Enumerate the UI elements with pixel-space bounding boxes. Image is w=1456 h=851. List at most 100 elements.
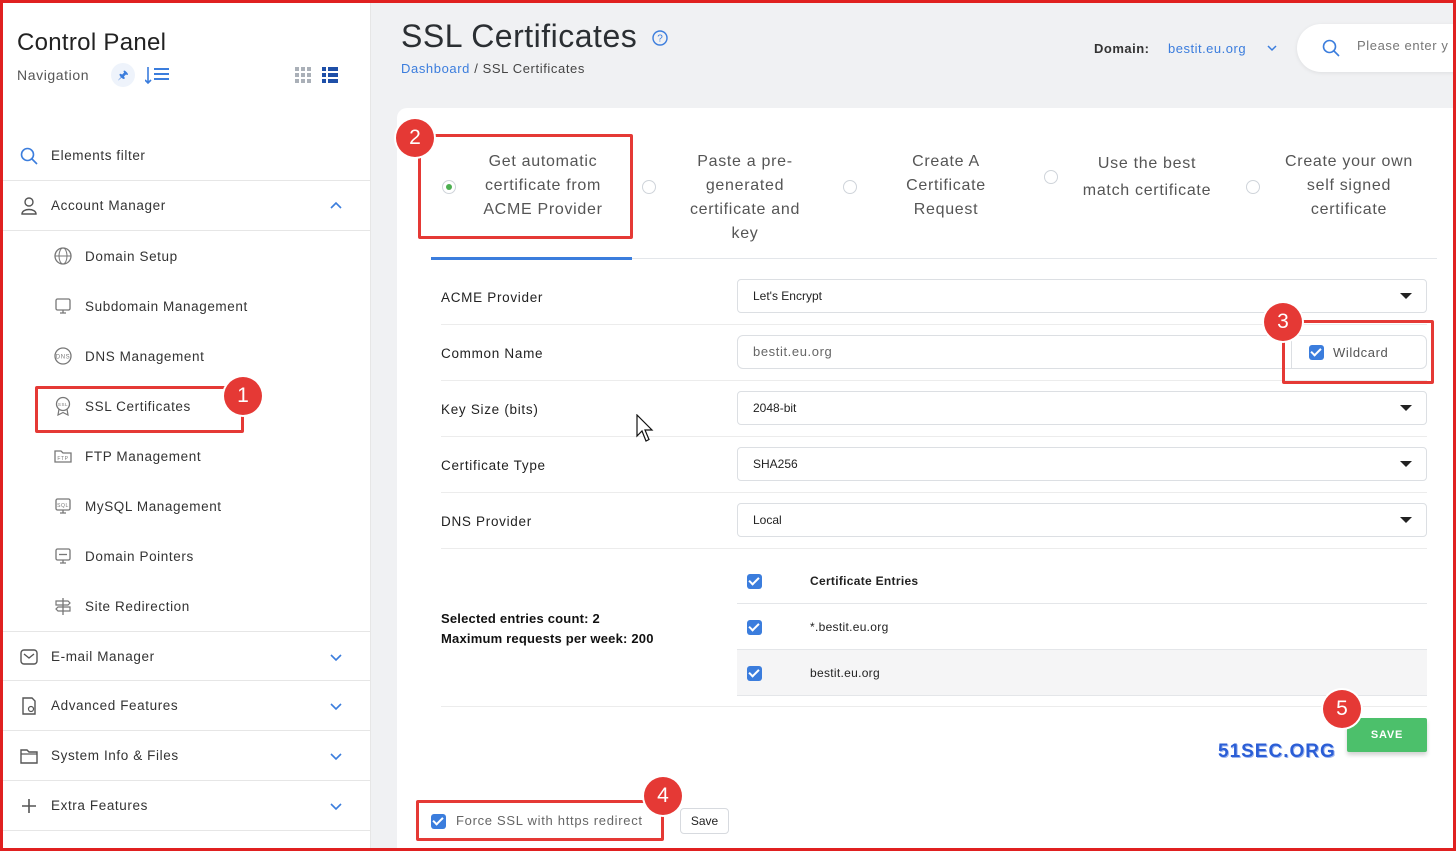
dns-provider-label: DNS Provider	[441, 514, 532, 529]
common-name-input[interactable]: bestit.eu.org	[737, 335, 1297, 369]
entry-checkbox[interactable]	[747, 666, 762, 681]
advanced-features-label: Advanced Features	[51, 698, 179, 713]
tab-line: certificate and	[689, 201, 801, 218]
entry-domain: bestit.eu.org	[810, 666, 880, 680]
ssl-badge-icon: SSL	[55, 396, 71, 416]
sidebar-item-ssl-certificates[interactable]: SSL SSL Certificates	[3, 381, 371, 431]
tab-create-csr[interactable]: Create A Certificate Request	[843, 150, 1019, 250]
elements-filter[interactable]: Elements filter	[3, 131, 371, 181]
radio-unselected[interactable]	[642, 180, 656, 194]
force-ssl-save-button[interactable]: Save	[680, 808, 729, 834]
tab-line: match certificate	[1082, 182, 1212, 199]
acme-provider-select[interactable]: Let's Encrypt	[737, 279, 1427, 313]
force-ssl-checkbox[interactable]	[431, 814, 446, 829]
caret-down-icon	[1400, 461, 1412, 467]
key-size-value: 2048-bit	[753, 401, 797, 415]
help-icon[interactable]: ?	[652, 30, 668, 46]
sidebar-item-domain-setup[interactable]: Domain Setup	[3, 231, 371, 281]
dns-provider-select[interactable]: Local	[737, 503, 1427, 537]
sidebar-title: Control Panel	[17, 29, 167, 56]
chevron-down-icon	[330, 703, 342, 711]
list-view-icon[interactable]	[322, 67, 338, 83]
entries-count-value: 2	[592, 611, 600, 626]
save-button[interactable]: SAVE	[1347, 718, 1427, 752]
tab-automatic-acme[interactable]: Get automatic certificate from ACME Prov…	[442, 150, 616, 250]
svg-text:?: ?	[657, 34, 663, 45]
sidebar-section-account-manager[interactable]: Account Manager	[3, 181, 371, 231]
tab-line: certificate	[1310, 201, 1388, 218]
table-row: *.bestit.eu.org	[737, 604, 1427, 650]
breadcrumb-separator: /	[470, 61, 483, 76]
dns-icon: DNS	[54, 347, 72, 365]
certificate-entries-table: Certificate Entries *.bestit.eu.org best…	[737, 558, 1427, 696]
wildcard-label: Wildcard	[1333, 345, 1389, 360]
sidebar-item-subdomain-management[interactable]: Subdomain Management	[3, 281, 371, 331]
annotation-badge-4: 4	[644, 777, 682, 815]
radio-unselected[interactable]	[1246, 180, 1260, 194]
monitor-icon	[55, 298, 71, 314]
caret-down-icon	[1400, 405, 1412, 411]
plus-icon	[22, 799, 36, 813]
chevron-down-icon[interactable]	[1266, 42, 1278, 54]
annotation-badge-5: 5	[1323, 690, 1361, 728]
tab-line: key	[731, 225, 759, 242]
search-input[interactable]	[1357, 38, 1456, 53]
svg-text:DNS: DNS	[56, 355, 70, 361]
mysql-management-label: MySQL Management	[85, 498, 222, 514]
sort-list-icon[interactable]	[145, 65, 171, 85]
entries-count-label: Selected entries count:	[441, 611, 589, 626]
tab-self-signed[interactable]: Create your own self signed certificate	[1246, 150, 1426, 250]
grid-view-icon[interactable]	[295, 67, 311, 83]
domain-selector[interactable]: bestit.eu.org	[1168, 41, 1246, 56]
sidebar-item-domain-pointers[interactable]: Domain Pointers	[3, 531, 371, 581]
wildcard-toggle[interactable]: Wildcard	[1291, 335, 1427, 369]
entry-checkbox[interactable]	[747, 620, 762, 635]
sidebar-section-system-info[interactable]: System Info & Files	[3, 731, 371, 781]
sidebar-item-mysql-management[interactable]: SQL MySQL Management	[3, 481, 371, 531]
elements-filter-label: Elements filter	[51, 148, 146, 163]
domain-pointers-label: Domain Pointers	[85, 548, 194, 564]
subdomain-management-label: Subdomain Management	[85, 298, 248, 314]
tab-line: Request	[913, 201, 979, 218]
sidebar-item-ftp-management[interactable]: FTP FTP Management	[3, 431, 371, 481]
chevron-down-icon	[330, 654, 342, 662]
dns-management-label: DNS Management	[85, 348, 205, 364]
tab-best-match[interactable]: Use the best match certificate	[1044, 150, 1228, 250]
tab-line: Create A	[912, 153, 980, 170]
system-info-label: System Info & Files	[51, 748, 179, 763]
sidebar-section-extra-features[interactable]: Extra Features	[3, 781, 371, 831]
annotation-badge-1: 1	[224, 377, 262, 415]
sidebar-item-dns-management[interactable]: DNS DNS Management	[3, 331, 371, 381]
sidebar: Control Panel Navigation 🖈 Elements filt…	[3, 3, 371, 848]
radio-unselected[interactable]	[843, 180, 857, 194]
key-size-select[interactable]: 2048-bit	[737, 391, 1427, 425]
user-icon	[21, 197, 37, 215]
select-all-checkbox[interactable]	[747, 574, 762, 589]
radio-selected[interactable]	[442, 180, 456, 194]
sidebar-item-site-redirection[interactable]: Site Redirection	[3, 581, 371, 631]
ftp-folder-icon: FTP	[54, 450, 72, 463]
radio-unselected[interactable]	[1044, 170, 1058, 184]
tab-line: Create your own	[1285, 153, 1413, 170]
certificate-type-row: Certificate Type SHA256	[441, 437, 1427, 493]
email-manager-label: E-mail Manager	[51, 648, 155, 664]
svg-text:SQL: SQL	[57, 503, 69, 509]
chevron-down-icon	[330, 753, 342, 761]
pin-icon[interactable]: 🖈	[111, 63, 135, 87]
common-name-label: Common Name	[441, 346, 544, 361]
wildcard-checkbox[interactable]	[1309, 345, 1324, 360]
tab-line: certificate from	[484, 177, 602, 194]
pointer-monitor-icon	[55, 548, 71, 564]
sidebar-section-email-manager[interactable]: E-mail Manager	[3, 631, 371, 681]
caret-down-icon	[1400, 517, 1412, 523]
tab-paste-certificate[interactable]: Paste a pre- generated certificate and k…	[642, 150, 818, 250]
certificate-type-label: Certificate Type	[441, 458, 546, 473]
breadcrumb-dashboard-link[interactable]: Dashboard	[401, 61, 470, 76]
key-size-label: Key Size (bits)	[441, 402, 539, 417]
table-row: bestit.eu.org	[737, 650, 1427, 696]
tab-line: ACME Provider	[483, 201, 603, 218]
certificate-type-select[interactable]: SHA256	[737, 447, 1427, 481]
mail-icon	[20, 649, 38, 665]
dns-provider-row: DNS Provider Local	[441, 493, 1427, 549]
sidebar-section-advanced-features[interactable]: Advanced Features	[3, 681, 371, 731]
